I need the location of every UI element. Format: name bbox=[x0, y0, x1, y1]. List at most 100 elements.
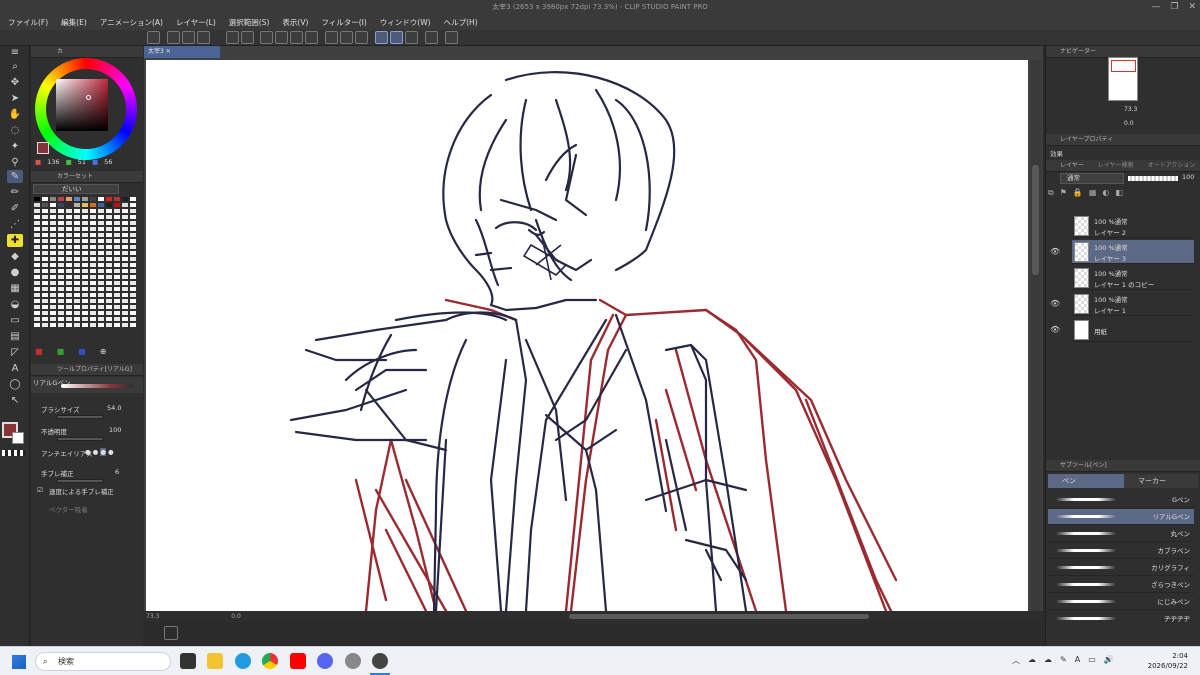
color-swatch[interactable] bbox=[41, 322, 49, 328]
navigator-view-frame[interactable] bbox=[1111, 60, 1136, 72]
maximize-icon[interactable]: ❐ bbox=[1170, 2, 1178, 12]
frame-tool-icon[interactable]: ▤ bbox=[7, 330, 23, 343]
layer-opacity-slider[interactable] bbox=[1128, 176, 1178, 181]
clip-layer-icon[interactable]: ⧉ bbox=[1048, 188, 1054, 200]
canvas-vertical-scrollbar[interactable] bbox=[1031, 60, 1041, 611]
lock-layer-icon[interactable]: 🔒 bbox=[1073, 188, 1083, 200]
network-icon[interactable]: ▭ bbox=[1088, 655, 1096, 666]
color-set-tab[interactable]: カラーセット bbox=[31, 171, 143, 183]
saturation-value-square[interactable] bbox=[56, 79, 108, 131]
blend-tool-icon[interactable]: ● bbox=[7, 266, 23, 279]
decoration-tool-icon[interactable]: ✚ bbox=[7, 234, 23, 247]
minimize-icon[interactable]: — bbox=[1151, 2, 1160, 12]
color-set-add-icon[interactable]: ⊕ bbox=[100, 347, 107, 356]
eye-icon[interactable]: 👁 bbox=[1050, 247, 1060, 257]
stabilization-slider[interactable] bbox=[57, 479, 103, 483]
balloon-tool-icon[interactable]: ◯ bbox=[7, 378, 23, 391]
zoom-tool-icon[interactable]: ⌕ bbox=[7, 60, 23, 73]
layer-search-tab[interactable]: レイヤー検索 bbox=[1098, 160, 1134, 171]
antialias-mid-icon[interactable]: ● bbox=[100, 448, 107, 456]
companion-mode-icon[interactable] bbox=[425, 31, 438, 44]
menu-file[interactable]: ファイル(F) bbox=[8, 17, 48, 28]
text-tool-icon[interactable]: A bbox=[7, 362, 23, 375]
eye-icon[interactable] bbox=[1050, 273, 1060, 283]
eye-icon[interactable] bbox=[1050, 221, 1060, 231]
taskbar-clock[interactable]: 2:04 2026/09/22 bbox=[1148, 651, 1188, 671]
subtool-brush-item[interactable]: カリグラフィ bbox=[1048, 560, 1194, 576]
horizontal-scroll-thumb[interactable] bbox=[569, 614, 869, 619]
color-picker-cursor[interactable] bbox=[86, 95, 91, 100]
layer-row[interactable]: 100 %通常 レイヤー 2 bbox=[1072, 214, 1194, 238]
navigator-zoom-value[interactable]: 73.3 bbox=[1124, 104, 1137, 116]
color-swatch[interactable] bbox=[81, 322, 89, 328]
antialias-strong-icon[interactable]: ● bbox=[108, 448, 114, 456]
layer-property-tab[interactable]: レイヤープロパティ bbox=[1046, 134, 1200, 146]
clip-studio-paint-icon[interactable] bbox=[372, 653, 388, 669]
edge-icon[interactable] bbox=[235, 653, 251, 669]
opacity-slider[interactable] bbox=[57, 437, 103, 441]
eraser-tool-icon[interactable]: ◆ bbox=[7, 250, 23, 263]
clip-studio-launcher-icon[interactable] bbox=[345, 653, 361, 669]
layer-opacity-value[interactable]: 100 bbox=[1182, 173, 1194, 181]
fill-icon[interactable] bbox=[290, 31, 303, 44]
eyedropper-tool-icon[interactable]: ⚲ bbox=[7, 156, 23, 169]
tool-collapse-icon[interactable]: ≡ bbox=[7, 46, 23, 59]
move-layer-tool-icon[interactable]: ✥ bbox=[7, 76, 23, 89]
clip-studio-icon[interactable] bbox=[147, 31, 160, 44]
snap-grid-icon[interactable] bbox=[405, 31, 418, 44]
layer-tab[interactable]: レイヤー bbox=[1060, 160, 1084, 171]
pen-tool-icon[interactable]: ✎ bbox=[7, 170, 23, 183]
undo-icon[interactable] bbox=[226, 31, 239, 44]
clear-icon[interactable] bbox=[260, 31, 273, 44]
invert-selection-icon[interactable] bbox=[340, 31, 353, 44]
color-swatch[interactable] bbox=[97, 322, 105, 328]
subtool-brush-item[interactable]: カブラペン bbox=[1048, 543, 1194, 559]
stabilization-value[interactable]: 6 bbox=[115, 468, 119, 476]
navigator-rotate-value[interactable]: 0.0 bbox=[1124, 118, 1134, 130]
subtool-brush-item[interactable]: Gペン bbox=[1048, 492, 1194, 508]
transparent-color-swatch[interactable] bbox=[2, 450, 26, 456]
figure-tool-icon[interactable]: ▭ bbox=[7, 314, 23, 327]
color-swatch[interactable] bbox=[105, 322, 113, 328]
canvas-angle-value[interactable]: 0.0 bbox=[231, 613, 241, 620]
speaker-icon[interactable]: 🔊 bbox=[1104, 655, 1114, 666]
document-tab[interactable]: 太宰3 ✕ bbox=[144, 46, 220, 58]
subtool-brush-item[interactable]: ざらつきペン bbox=[1048, 577, 1194, 593]
select-layer-icon[interactable] bbox=[355, 31, 368, 44]
layer-row[interactable]: 👁 100 %通常 レイヤー 1 bbox=[1050, 292, 1194, 316]
cloud-icon[interactable]: ☁ bbox=[1028, 655, 1036, 666]
color-swatch[interactable] bbox=[73, 322, 81, 328]
menu-window[interactable]: ウィンドウ(W) bbox=[380, 17, 431, 28]
color-swatch[interactable] bbox=[33, 322, 41, 328]
brush-size-value[interactable]: 54.0 bbox=[107, 404, 121, 412]
auto-action-tab[interactable]: オートアクション bbox=[1148, 160, 1196, 171]
vertical-scroll-thumb[interactable] bbox=[1032, 165, 1039, 275]
menu-selection[interactable]: 選択範囲(S) bbox=[229, 17, 270, 28]
hand-tool-icon[interactable]: ✋ bbox=[7, 108, 23, 121]
transform-icon[interactable] bbox=[305, 31, 318, 44]
operation-tool-icon[interactable]: ➤ bbox=[7, 92, 23, 105]
subtool-brush-item[interactable]: にじみペン bbox=[1048, 594, 1194, 610]
airbrush-tool-icon[interactable]: ⋰ bbox=[7, 218, 23, 231]
eye-icon[interactable]: 👁 bbox=[1050, 299, 1060, 309]
antialias-weak-icon[interactable]: ● bbox=[93, 448, 99, 456]
brush-size-slider[interactable] bbox=[57, 415, 103, 419]
swatch-red-icon[interactable]: ■ bbox=[35, 347, 43, 356]
pen-icon[interactable]: ✎ bbox=[1060, 655, 1067, 666]
color-swatch[interactable] bbox=[49, 322, 57, 328]
ruler-link-icon[interactable]: ◧ bbox=[1115, 188, 1123, 200]
color-swatch[interactable] bbox=[121, 322, 129, 328]
blend-mode-dropdown[interactable]: 通常 bbox=[1060, 173, 1124, 184]
subtool-brush-item[interactable]: ヂヂヂヂ bbox=[1048, 611, 1194, 626]
color-set-swatches[interactable] bbox=[33, 196, 137, 328]
language-indicator[interactable]: A bbox=[1075, 655, 1080, 666]
brush-tool-icon[interactable]: ✐ bbox=[7, 202, 23, 215]
color-swatch[interactable] bbox=[65, 322, 73, 328]
lasso-tool-icon[interactable]: ◌ bbox=[7, 124, 23, 137]
speed-stab-checkbox[interactable]: ☑ bbox=[37, 486, 43, 494]
new-file-icon[interactable] bbox=[167, 31, 180, 44]
subtool-group-marker[interactable]: マーカー bbox=[1124, 474, 1198, 488]
color-swatch[interactable] bbox=[89, 322, 97, 328]
swatch-green-icon[interactable]: ■ bbox=[57, 347, 65, 356]
swatch-blue-icon[interactable]: ■ bbox=[78, 347, 86, 356]
